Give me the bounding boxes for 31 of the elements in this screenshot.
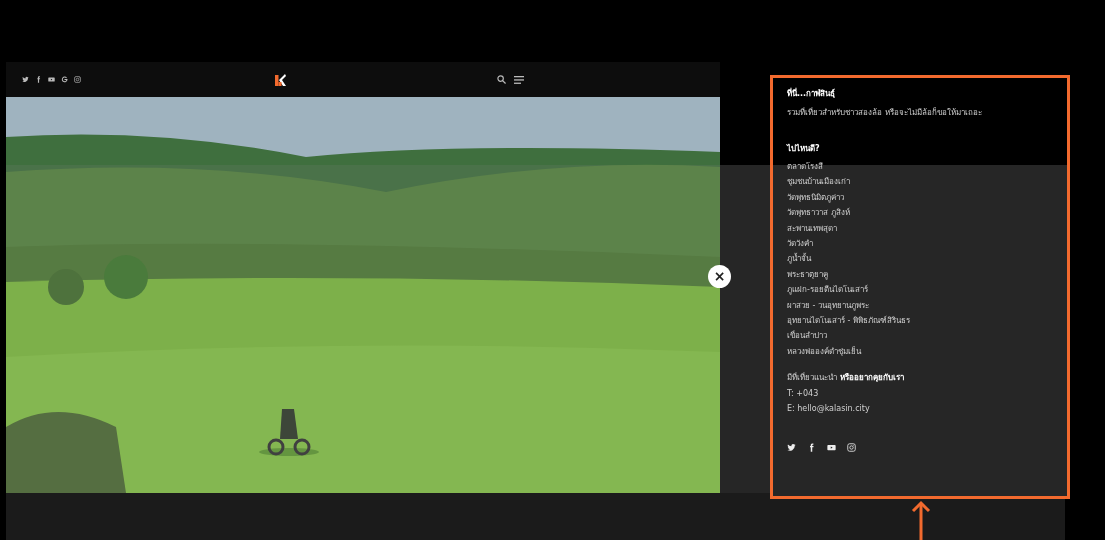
- search-icon[interactable]: [497, 75, 506, 84]
- menu-link[interactable]: ภูแฝก-รอยตีนไดโนเสาร์: [787, 282, 1053, 298]
- phone-number: T: +043: [787, 387, 820, 400]
- menu-icon[interactable]: [514, 75, 524, 84]
- menu-link[interactable]: สะพานเทพสุดา: [787, 220, 1053, 237]
- menu-link[interactable]: วัดวังคำ: [787, 236, 1053, 252]
- twitter-icon[interactable]: [22, 76, 29, 83]
- menu-link[interactable]: พระธาตุยาคู: [787, 266, 1053, 283]
- google-icon[interactable]: [61, 76, 68, 83]
- arrow-icon: [911, 500, 931, 540]
- logo-icon[interactable]: [275, 73, 286, 86]
- section-heading: ไปไหนดี?: [787, 142, 821, 155]
- menu-link[interactable]: ตลาดโรงสี: [787, 159, 1053, 175]
- youtube-icon[interactable]: [48, 76, 55, 83]
- facebook-icon[interactable]: [35, 76, 42, 83]
- youtube-icon[interactable]: [827, 442, 836, 452]
- menu-link[interactable]: ผาสวย - วนอุทยานภูพระ: [787, 297, 1053, 314]
- menu-link[interactable]: อุทยานไดโนเสาร์ - พิพิธภัณฑ์สิรินธร: [787, 313, 1053, 329]
- contact-heading: มีที่เที่ยวแนะนำ หรืออยากคุยกับเรา: [787, 371, 905, 385]
- menu-link[interactable]: เขื่อนลำปาว: [787, 328, 1053, 344]
- instagram-icon[interactable]: [74, 76, 81, 83]
- menu-title: ที่นี่...กาฬสินธุ์: [787, 87, 837, 100]
- menu-link[interactable]: หลวงพ่อองค์ดำชุ่มเย็น: [787, 343, 1053, 360]
- menu-description: รวมที่เที่ยวสำหรับชาวสองล้อ หรือจะไม่มีล้อก็ขอให้มาเถอะ: [787, 106, 983, 119]
- menu-link[interactable]: วัดพุทธาวาส ภูสิงห์: [787, 205, 1053, 221]
- facebook-icon[interactable]: [807, 442, 816, 452]
- menu-link[interactable]: ชุมชนบ้านเมืองเก่า: [787, 174, 1053, 190]
- menu-link[interactable]: วัดพุทธนิมิตภูค่าว: [787, 189, 1053, 206]
- email-address: E: hello@kalasin.city: [787, 403, 871, 416]
- twitter-icon[interactable]: [787, 442, 796, 452]
- menu-link[interactable]: ภูน้ำจั้น: [787, 251, 1053, 267]
